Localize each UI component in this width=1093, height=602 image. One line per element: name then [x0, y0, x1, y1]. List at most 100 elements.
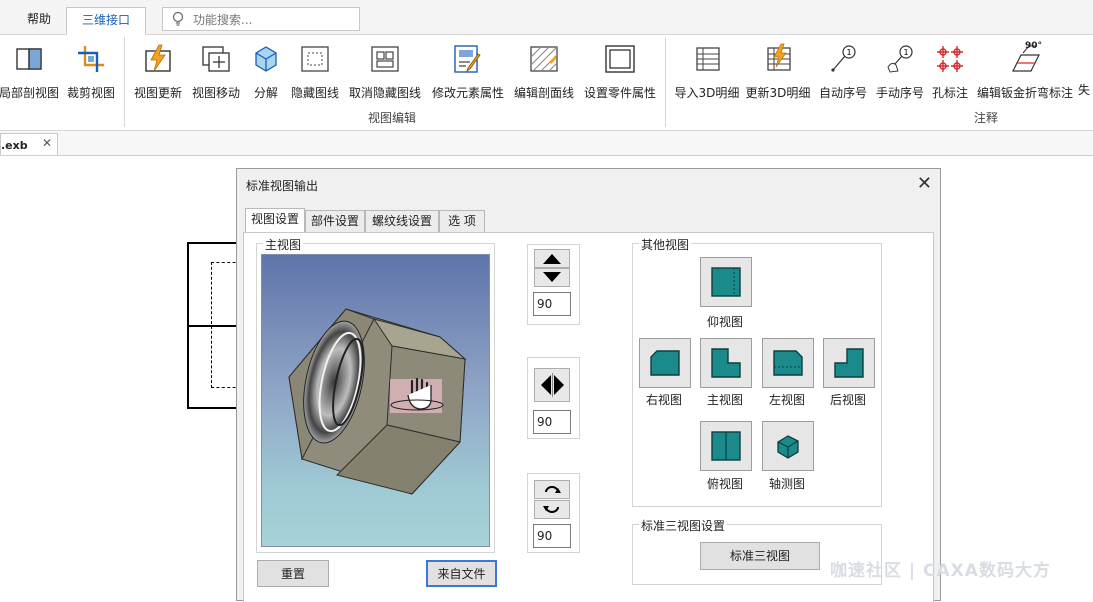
update-3d-bom-icon [767, 43, 791, 71]
partial-section-icon [16, 48, 42, 70]
set-part-props-button[interactable]: 设置零件属性 [579, 41, 661, 103]
bend-angle-badge: 90° [1025, 41, 1043, 51]
close-icon[interactable]: ✕ [917, 173, 932, 194]
standard-three-view-title: 标准三视图设置 [639, 517, 728, 534]
edit-element-props-icon [454, 45, 481, 73]
search-input[interactable]: 功能搜索... [193, 11, 252, 28]
document-tab[interactable]: 冒.exb ✕ [0, 133, 58, 155]
group-label-annotation: 注释 [974, 111, 999, 125]
main-view-title: 主视图 [263, 236, 304, 253]
hide-lines-icon [301, 46, 329, 72]
bottom-view-icon [711, 267, 741, 297]
tab-help[interactable]: 帮助 [14, 7, 64, 33]
top-view-label: 俯视图 [706, 477, 743, 491]
rotate-cw-button[interactable] [534, 480, 570, 499]
view-move-button[interactable]: 视图移动 [188, 41, 244, 103]
front-view-label: 主视图 [706, 393, 743, 407]
bottom-view-label: 仰视图 [706, 315, 743, 329]
view-update-button[interactable]: 视图更新 [130, 41, 186, 103]
front-view-button[interactable] [700, 338, 752, 388]
standard-view-output-dialog: 标准视图输出 ✕ 视图设置 部件设置 螺纹线设置 选 项 主视图 重置 来自文件… [236, 168, 941, 602]
right-view-icon [650, 350, 680, 376]
ribbon-panel: 局部剖视图 裁剪视图 视图更新 视图移动 分解 隐藏图线 取消隐藏图线 修改元素… [0, 35, 1093, 131]
edit-hatch-icon [530, 46, 558, 72]
hole-annotation-icon [937, 46, 963, 72]
top-view-icon [711, 431, 741, 461]
rotate-clockwise-icon [545, 486, 561, 493]
tab-options[interactable]: 选 项 [439, 210, 485, 232]
update-3d-bom-button[interactable]: 更新3D明细 [743, 41, 813, 103]
left-view-button[interactable] [762, 338, 814, 388]
edit-hatch-button[interactable]: 编辑剖面线 [511, 41, 577, 103]
document-tab-name: 冒.exb [0, 139, 28, 152]
explode-icon [255, 46, 277, 72]
watermark: 咖速社区 | CAXA数码大方 [830, 561, 1051, 581]
top-view-button[interactable] [700, 421, 752, 471]
auto-balloon-button[interactable]: 1 自动序号 [814, 41, 872, 103]
tab-thread-settings[interactable]: 螺纹线设置 [365, 210, 439, 232]
from-file-button[interactable]: 来自文件 [426, 560, 497, 587]
rotate-down-button[interactable] [534, 268, 570, 287]
explode-button[interactable]: 分解 [246, 41, 286, 103]
bottom-view-button[interactable] [700, 257, 752, 307]
triangle-down-icon [543, 272, 561, 282]
horizontal-angle-input[interactable]: 90 [533, 410, 571, 434]
rotate-angle-input[interactable]: 90 [533, 524, 571, 548]
unhide-lines-icon [371, 46, 399, 72]
rotate-ccw-button[interactable] [534, 500, 570, 519]
lightbulb-icon [172, 11, 184, 26]
import-3d-bom-button[interactable]: 导入3D明细 [672, 41, 742, 103]
reset-button[interactable]: 重置 [257, 560, 329, 587]
standard-three-view-button[interactable]: 标准三视图 [700, 542, 820, 570]
back-view-button[interactable] [823, 338, 875, 388]
crop-view-button[interactable]: 裁剪视图 [62, 41, 120, 103]
main-view-group: 主视图 [256, 236, 495, 553]
isometric-view-label: 轴测图 [768, 477, 805, 491]
right-view-button[interactable] [639, 338, 691, 388]
triangle-left-right-icon [541, 373, 564, 397]
manual-balloon-button[interactable]: 1 手动序号 [872, 41, 928, 103]
manual-balloon-icon: 1 [887, 45, 913, 73]
vertical-angle-input[interactable]: 90 [533, 292, 571, 316]
auto-balloon-icon: 1 [831, 45, 856, 72]
hole-annotation-button[interactable]: 孔标注 [928, 41, 972, 103]
back-view-label: 后视图 [829, 393, 866, 407]
vertical-rotate-spinner: 90 [527, 244, 580, 325]
isometric-view-button[interactable] [762, 421, 814, 471]
search-box[interactable]: 功能搜索... [162, 7, 360, 31]
partial-section-button[interactable]: 局部剖视图 [0, 41, 62, 103]
left-view-icon [773, 350, 803, 376]
front-view-icon [711, 348, 741, 378]
right-view-label: 右视图 [645, 393, 682, 407]
import-3d-bom-icon [696, 47, 720, 71]
rotate-counterclockwise-icon [543, 506, 559, 513]
group-label-view-edit: 视图编辑 [368, 111, 417, 125]
close-icon[interactable]: ✕ [42, 136, 52, 150]
model-preview[interactable] [261, 254, 490, 547]
unhide-lines-button[interactable]: 取消隐藏图线 [345, 41, 425, 103]
edit-element-props-button[interactable]: 修改元素属性 [427, 41, 509, 103]
sheetmetal-bend-button[interactable]: 90° 编辑钣金折弯标注 [972, 41, 1078, 103]
tab-3d-interface[interactable]: 三维接口 [66, 7, 146, 35]
triangle-up-icon [543, 254, 561, 264]
ribbon-separator [124, 37, 125, 127]
tab-view-settings[interactable]: 视图设置 [245, 208, 305, 233]
tab-component-settings[interactable]: 部件设置 [305, 210, 365, 232]
crop-view-icon [78, 46, 104, 72]
ribbon-tab-bar: 帮助 三维接口 功能搜索... [0, 0, 1093, 35]
ribbon-separator [665, 37, 666, 127]
isometric-view-icon [777, 435, 799, 459]
rotate-left-right-button[interactable] [534, 368, 570, 402]
hide-lines-button[interactable]: 隐藏图线 [287, 41, 343, 103]
document-tab-bar: 冒.exb ✕ [0, 131, 1093, 156]
truncated-icon [1078, 43, 1093, 75]
left-view-label: 左视图 [768, 393, 805, 407]
other-views-title: 其他视图 [639, 236, 692, 253]
svg-text:1: 1 [846, 48, 851, 57]
svg-text:1: 1 [903, 48, 908, 57]
view-settings-panel: 主视图 重置 来自文件 90 90 90 其他视图 仰视图 右视图 主视图 左视… [243, 232, 934, 602]
set-part-props-icon [605, 45, 635, 73]
in-plane-rotate-spinner: 90 [527, 473, 580, 553]
truncated-ribbon-button[interactable]: 失 [1078, 41, 1093, 103]
rotate-up-button[interactable] [534, 249, 570, 268]
